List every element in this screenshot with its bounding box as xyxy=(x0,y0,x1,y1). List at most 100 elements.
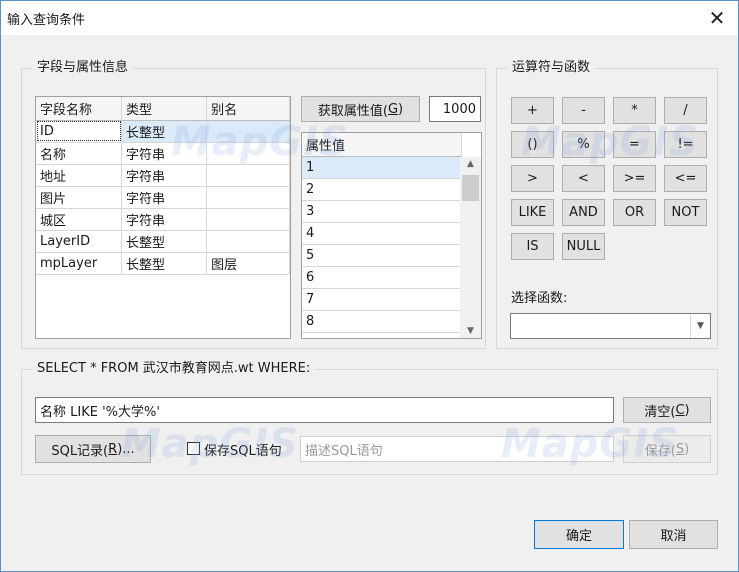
close-icon[interactable]: ✕ xyxy=(702,3,732,33)
list-item[interactable]: 8 xyxy=(302,310,462,333)
attribute-value-cell[interactable]: 2 xyxy=(302,178,462,201)
scrollbar-thumb[interactable] xyxy=(462,175,479,201)
cancel-label: 取消 xyxy=(660,529,687,544)
sql-group-legend: SELECT * FROM 武汉市教育网点.wt WHERE: xyxy=(32,360,316,378)
operator-null-button[interactable]: NULL xyxy=(562,233,605,260)
operator-not-button[interactable]: NOT xyxy=(664,199,707,226)
attribute-value-cell[interactable]: 5 xyxy=(302,244,462,267)
operator-or-button[interactable]: OR xyxy=(613,199,656,226)
field-type-cell[interactable]: 字符串 xyxy=(121,164,208,187)
attribute-value-cell[interactable]: 1 xyxy=(302,156,462,179)
attribute-values-list[interactable]: 属性值 12345678 ▲ ▼ xyxy=(301,132,482,339)
field-name-cell[interactable]: 城区 xyxy=(36,208,123,231)
operator-greater-than-button[interactable]: > xyxy=(511,165,554,192)
table-row[interactable]: mpLayer 长整型 图层 xyxy=(36,252,290,275)
function-select[interactable]: ▼ xyxy=(510,313,711,339)
get-values-accesskey: G xyxy=(387,101,399,117)
sql-description-placeholder: 描述SQL语句 xyxy=(305,443,383,459)
table-row[interactable]: 名称 字符串 xyxy=(36,142,290,165)
query-dialog: 输入查询条件 ✕ 字段与属性信息 字段名称 类型 别名 ID 长整型 名称 字符串 地址… xyxy=(0,0,739,572)
list-item[interactable]: 5 xyxy=(302,244,462,267)
field-alias-cell[interactable] xyxy=(206,208,290,231)
field-name-cell[interactable]: mpLayer xyxy=(36,252,123,275)
operator-plus-button[interactable]: + xyxy=(511,97,554,124)
column-header-type[interactable]: 类型 xyxy=(121,97,208,121)
clear-button[interactable]: 清空(C) xyxy=(623,397,711,423)
operator-greater-equal-button[interactable]: >= xyxy=(613,165,656,192)
field-type-cell[interactable]: 字符串 xyxy=(121,186,208,209)
list-item[interactable]: 2 xyxy=(302,178,462,201)
operator-and-button[interactable]: AND xyxy=(562,199,605,226)
chevron-down-icon[interactable]: ▼ xyxy=(690,314,710,338)
field-type-cell[interactable]: 长整型 xyxy=(121,252,208,275)
operator-equals-button[interactable]: = xyxy=(613,131,656,158)
attribute-value-cell[interactable]: 3 xyxy=(302,200,462,223)
values-scrollbar[interactable]: ▲ ▼ xyxy=(460,157,481,338)
field-type-cell[interactable]: 长整型 xyxy=(121,120,208,143)
sql-where-input[interactable]: 名称 LIKE '%大学%' xyxy=(35,397,614,423)
chevron-up-icon[interactable]: ▲ xyxy=(460,159,481,169)
operator-minus-button[interactable]: - xyxy=(562,97,605,124)
values-table: 属性值 12345678 xyxy=(302,133,462,333)
field-name-cell[interactable]: ID xyxy=(36,120,123,143)
field-type-cell[interactable]: 字符串 xyxy=(121,142,208,165)
operator-not-equals-button[interactable]: != xyxy=(664,131,707,158)
field-alias-cell[interactable] xyxy=(206,120,290,143)
operator-less-than-button[interactable]: < xyxy=(562,165,605,192)
attribute-value-cell[interactable]: 4 xyxy=(302,222,462,245)
sql-history-button[interactable]: SQL记录(R)... xyxy=(35,435,151,463)
operator-less-equal-button[interactable]: <= xyxy=(664,165,707,192)
column-header-attribute-value[interactable]: 属性值 xyxy=(302,133,462,157)
table-row[interactable]: 图片 字符串 xyxy=(36,186,290,209)
field-alias-cell[interactable] xyxy=(206,142,290,165)
field-name-cell[interactable]: 名称 xyxy=(36,142,123,165)
operator-parentheses-button[interactable]: () xyxy=(511,131,554,158)
operator-like-button[interactable]: LIKE xyxy=(511,199,554,226)
get-values-suffix: ) xyxy=(398,101,404,117)
operator-divide-button[interactable]: / xyxy=(664,97,707,124)
ok-button[interactable]: 确定 xyxy=(534,520,624,549)
clear-label: 清空( xyxy=(644,404,676,420)
save-sql-checkbox[interactable] xyxy=(187,442,200,455)
table-row[interactable]: LayerID 长整型 xyxy=(36,230,290,253)
list-item[interactable]: 6 xyxy=(302,266,462,289)
table-row[interactable]: 地址 字符串 xyxy=(36,164,290,187)
operator-modulo-button[interactable]: % xyxy=(562,131,605,158)
table-row[interactable]: 城区 字符串 xyxy=(36,208,290,231)
operator-is-button[interactable]: IS xyxy=(511,233,554,260)
history-accesskey: R xyxy=(108,441,118,457)
attribute-value-cell[interactable]: 8 xyxy=(302,310,462,333)
chevron-down-icon[interactable]: ▼ xyxy=(460,326,481,336)
attribute-value-cell[interactable]: 6 xyxy=(302,266,462,289)
save-sql-checkbox-label[interactable]: 保存SQL语句 xyxy=(204,440,282,459)
sql-description-input[interactable]: 描述SQL语句 xyxy=(300,436,614,462)
field-alias-cell[interactable] xyxy=(206,230,290,253)
value-count-field[interactable]: 1000 xyxy=(429,96,481,122)
cancel-button[interactable]: 取消 xyxy=(629,520,718,549)
field-alias-cell[interactable] xyxy=(206,164,290,187)
list-item[interactable]: 4 xyxy=(302,222,462,245)
field-alias-cell[interactable] xyxy=(206,186,290,209)
list-item[interactable]: 7 xyxy=(302,288,462,311)
list-item[interactable]: 3 xyxy=(302,200,462,223)
field-alias-cell[interactable]: 图层 xyxy=(206,252,290,275)
fields-header-row: 字段名称 类型 别名 xyxy=(36,97,290,121)
field-type-cell[interactable]: 字符串 xyxy=(121,208,208,231)
field-name-cell[interactable]: 地址 xyxy=(36,164,123,187)
column-header-alias[interactable]: 别名 xyxy=(206,97,290,121)
save-button[interactable]: 保存(S) xyxy=(623,435,711,463)
attribute-value-cell[interactable]: 7 xyxy=(302,288,462,311)
field-type-cell[interactable]: 长整型 xyxy=(121,230,208,253)
table-row[interactable]: ID 长整型 xyxy=(36,120,290,143)
ok-label: 确定 xyxy=(565,529,592,544)
field-name-cell[interactable]: 图片 xyxy=(36,186,123,209)
clear-suffix: ) xyxy=(684,402,690,418)
operator-multiply-button[interactable]: * xyxy=(613,97,656,124)
history-label: SQL记录( xyxy=(51,443,109,459)
field-name-cell[interactable]: LayerID xyxy=(36,230,123,253)
column-header-field-name[interactable]: 字段名称 xyxy=(36,97,123,121)
title-bar: 输入查询条件 ✕ xyxy=(1,1,738,35)
get-attribute-values-button[interactable]: 获取属性值(G) xyxy=(301,96,420,122)
fields-grid[interactable]: 字段名称 类型 别名 ID 长整型 名称 字符串 地址 字符串 图片 字符串 城区 字符串 Laye… xyxy=(35,96,291,339)
list-item[interactable]: 1 xyxy=(302,156,462,179)
